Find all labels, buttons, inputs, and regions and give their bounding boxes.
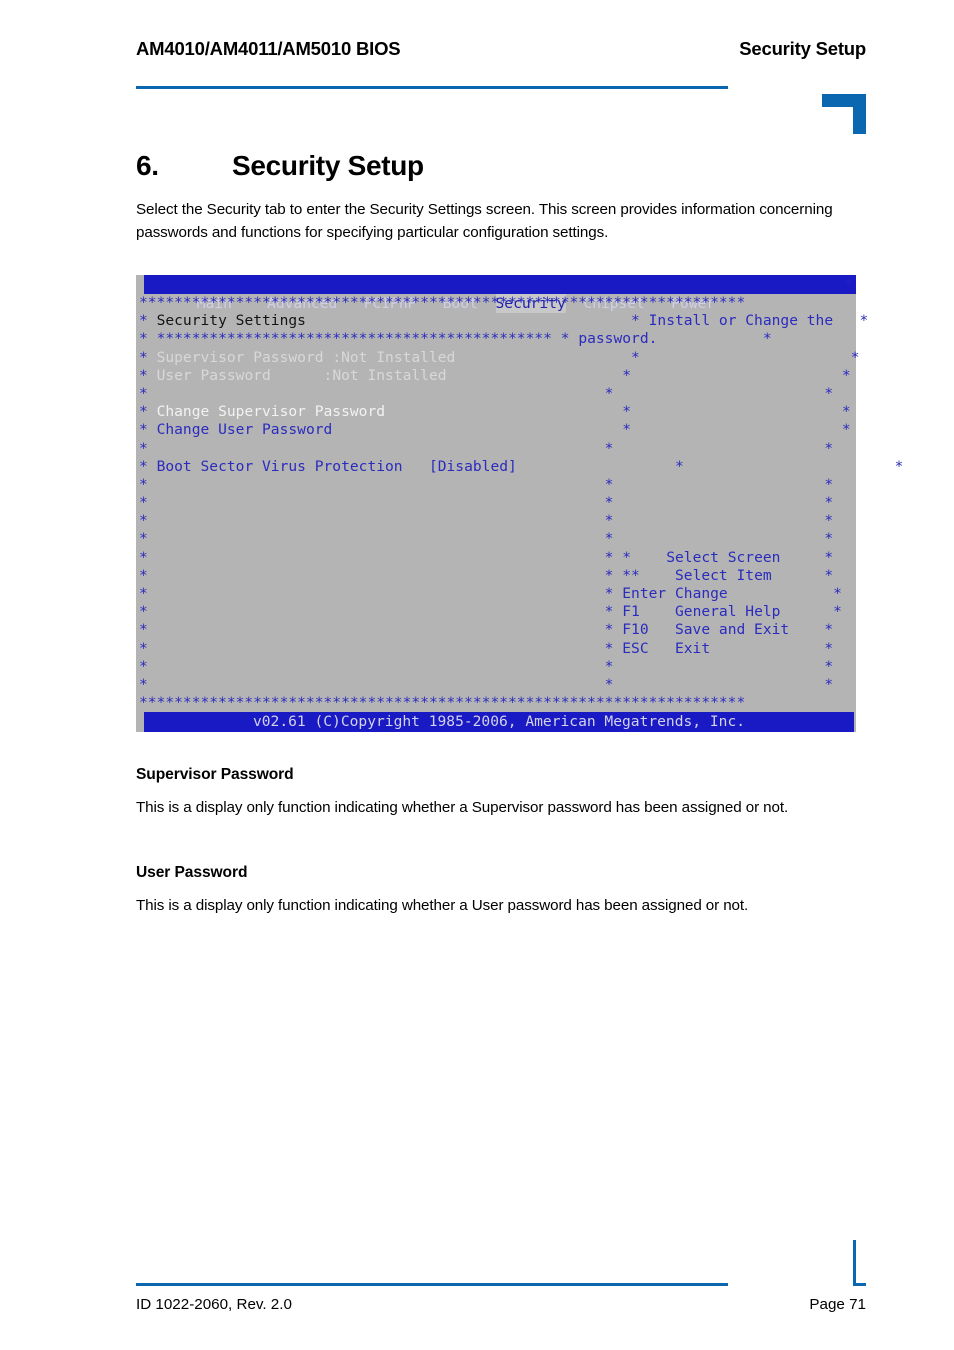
bios-value-user-password: :Not Installed xyxy=(323,366,447,384)
bios-row-blank: * * * xyxy=(139,675,834,693)
corner-mark-bottom-bar xyxy=(853,1240,866,1286)
running-header: AM4010/AM4011/AM5010 BIOS Security Setup xyxy=(136,38,866,60)
bios-rule-top: ****************************************… xyxy=(139,294,746,311)
bios-key-desc-0: Select Screen xyxy=(666,548,781,566)
footer-divider-rule xyxy=(136,1283,728,1286)
bios-row-change-user-password[interactable]: * Change User Password * * xyxy=(139,421,856,439)
bios-row-blank: * * * xyxy=(139,494,834,512)
bios-tab-bar: Main Advanced PCIPnP Boot Security Chips… xyxy=(144,275,856,313)
bios-row-blank: * * * xyxy=(139,439,834,457)
bios-value-supervisor-password: :Not Installed xyxy=(332,348,456,366)
bios-key-3: F1 xyxy=(622,603,640,621)
bios-row-key-enter: * * Enter Change * xyxy=(139,585,842,602)
corner-mark-bottom-icon xyxy=(853,1240,866,1286)
bios-item-boot-sector-virus-protection[interactable]: Boot Sector Virus Protection xyxy=(157,458,403,475)
bios-row-key-f1: * * F1 General Help * xyxy=(139,603,842,621)
bios-row-boot-sector-virus-protection[interactable]: * Boot Sector Virus Protection [Disabled… xyxy=(139,458,903,476)
bios-key-desc-4: Save and Exit xyxy=(674,621,790,639)
bios-row-key-select-item: * * ** Select Item * xyxy=(139,566,834,584)
bios-key-desc-2: Change xyxy=(675,585,728,602)
bios-item-change-supervisor-password[interactable]: Change Supervisor Password xyxy=(157,403,385,420)
footer-page-number: Page 71 xyxy=(809,1296,866,1313)
bios-row-rule-and-help2: * **************************************… xyxy=(139,330,772,348)
bios-key-5: ESC xyxy=(622,639,649,657)
bios-tabbar-edge-star: * xyxy=(844,276,853,293)
bios-row-blank: * * * xyxy=(139,384,834,402)
section-title: Security Setup xyxy=(232,150,424,181)
subsection-heading-supervisor-password: Supervisor Password xyxy=(136,766,294,783)
intro-paragraph: Select the Security tab to enter the Sec… xyxy=(136,201,833,241)
bios-rule-bottom: ****************************************… xyxy=(139,694,746,712)
header-chapter-title: Security Setup xyxy=(739,38,866,59)
bios-item-change-user-password[interactable]: Change User Password xyxy=(157,421,333,438)
bios-row-key-f10: * * F10 Save and Exit * xyxy=(139,621,834,639)
bios-label-supervisor-password: Supervisor Password xyxy=(156,348,324,366)
bios-row-key-esc: * * ESC Exit * xyxy=(139,639,834,657)
bios-panel-title: Security Settings xyxy=(156,312,306,330)
bios-key-desc-3: General Help xyxy=(675,603,781,621)
header-divider-rule xyxy=(136,86,728,89)
bios-key-2: Enter xyxy=(622,585,667,602)
bios-row-key-select-screen: * * * Select Screen * xyxy=(139,548,834,566)
bios-value-boot-sector-virus-protection[interactable]: [Disabled] xyxy=(429,458,517,475)
corner-mark-vertical-bar xyxy=(853,94,866,134)
subsection-heading-user-password: User Password xyxy=(136,864,248,881)
corner-mark-top-icon xyxy=(822,94,866,134)
bios-label-user-password: User Password xyxy=(156,366,271,384)
bios-key-0: * xyxy=(622,548,632,566)
bios-key-1: ** xyxy=(622,566,640,584)
bios-row-change-supervisor-password[interactable]: * Change Supervisor Password * * xyxy=(139,403,856,421)
bios-body: ****************************************… xyxy=(139,294,903,712)
subsection-body-supervisor-password: This is a display only function indicati… xyxy=(136,799,789,816)
bios-version-footer: v02.61 (C)Copyright 1985-2006, American … xyxy=(144,712,854,733)
header-document-title: AM4010/AM4011/AM5010 BIOS xyxy=(136,38,401,59)
bios-row-blank: * * * xyxy=(139,530,834,548)
bios-row-blank: * * * xyxy=(139,512,834,530)
bios-row-user-password-status: * User Password :Not Installed * * xyxy=(139,366,851,384)
running-footer: ID 1022-2060, Rev. 2.0 Page 71 xyxy=(136,1296,866,1313)
document-page: AM4010/AM4011/AM5010 BIOS Security Setup… xyxy=(0,0,954,1350)
bios-row-blank: * * * xyxy=(139,475,834,493)
subsection-body-user-password: This is a display only function indicati… xyxy=(136,897,749,914)
bios-key-desc-5: Exit xyxy=(674,639,711,657)
bios-row-supervisor-password-status: * Supervisor Password :Not Installed * * xyxy=(139,348,860,366)
bios-row-title: * Security Settings * Install or Change … xyxy=(139,312,869,330)
bios-key-desc-1: Select Item xyxy=(675,566,772,584)
bios-row-blank: * * * xyxy=(139,657,834,675)
bios-screenshot-figure: Main Advanced PCIPnP Boot Security Chips… xyxy=(136,275,903,733)
bios-key-4: F10 xyxy=(622,621,649,639)
page-title: 6. Security Setup xyxy=(136,150,424,182)
bios-help-line-1: Install or Change the xyxy=(648,312,834,330)
bios-help-line-2: password. xyxy=(578,330,658,348)
footer-document-id: ID 1022-2060, Rev. 2.0 xyxy=(136,1296,292,1313)
section-number: 6. xyxy=(136,150,159,181)
